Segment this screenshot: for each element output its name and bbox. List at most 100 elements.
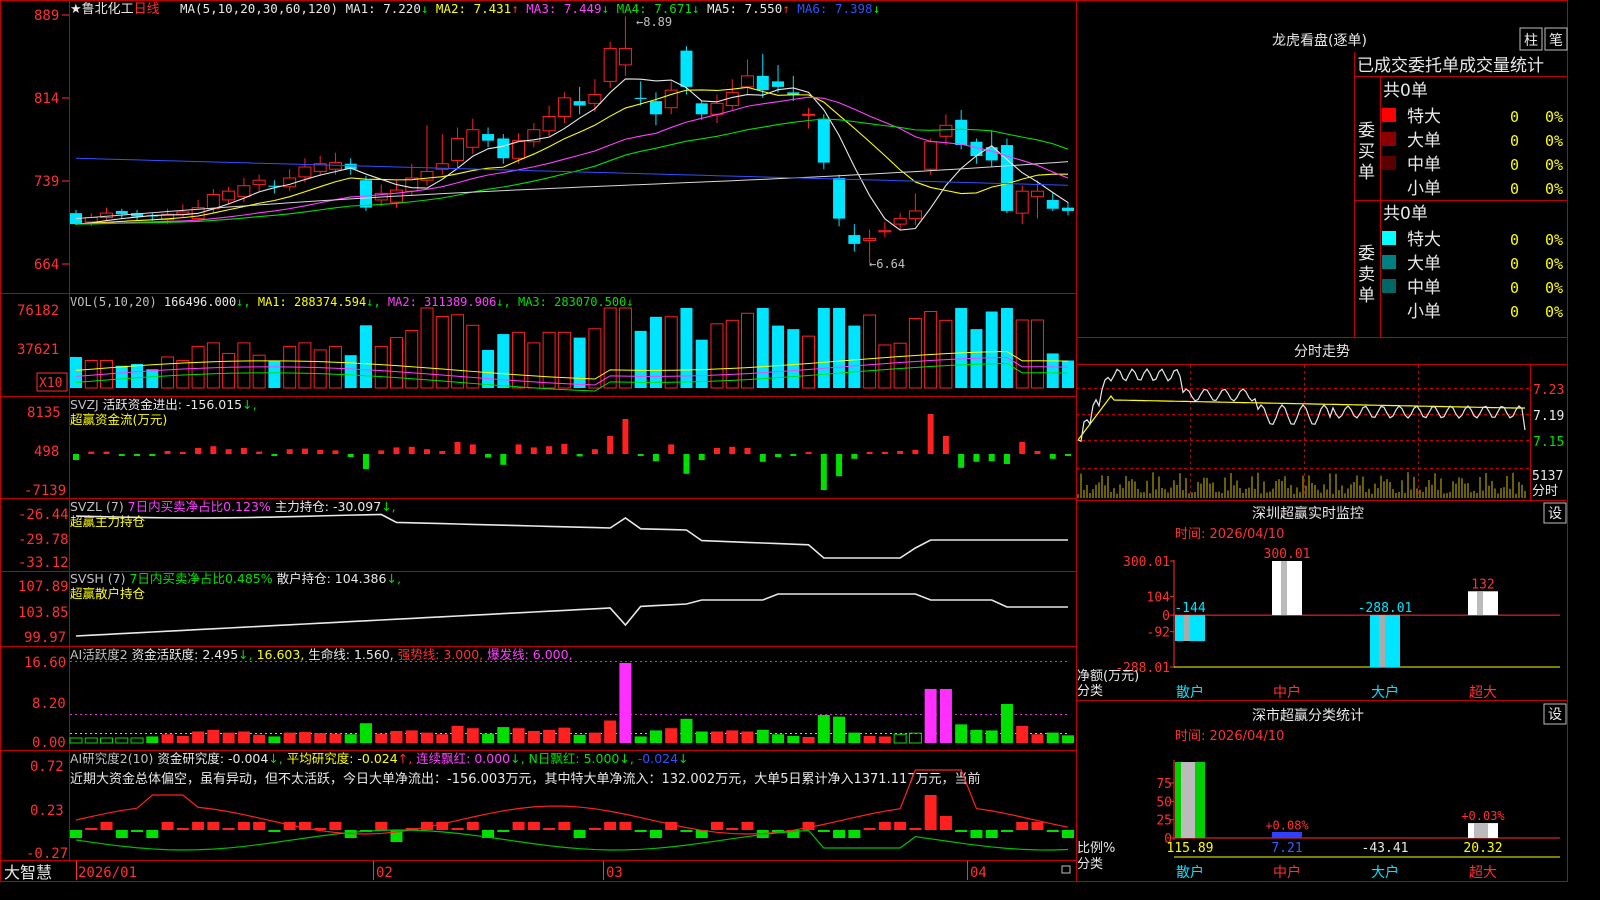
candle-body (298, 166, 312, 178)
activity-bar (298, 732, 311, 743)
candle-body (787, 92, 800, 95)
fund-flow-bars (73, 414, 1071, 490)
svg-text:04: 04 (970, 865, 987, 881)
activity-bar (680, 718, 693, 743)
vol-axis: 76182 37621 (17, 303, 59, 358)
candle-body (252, 179, 266, 186)
activity-bar (237, 731, 250, 743)
research-bar (176, 828, 189, 830)
order-pct: 0% (1545, 231, 1563, 249)
activity-bar (1046, 732, 1059, 743)
activity-bar (588, 732, 601, 743)
monitor-category: 中户 (1273, 684, 1301, 701)
order-pct: 0% (1545, 108, 1563, 126)
order-name: 特大 (1407, 107, 1441, 127)
category-value: 20.32 (1463, 841, 1502, 856)
activity-bar (772, 734, 785, 743)
activity-bar (756, 729, 769, 743)
order-side-label: 卖 (1358, 265, 1375, 285)
category-name: 大户 (1371, 864, 1399, 881)
category-bar-shade (1181, 762, 1195, 838)
research-bar (1000, 830, 1013, 832)
monitor-xlabel: 分类 (1077, 684, 1103, 699)
research-bar (833, 830, 846, 838)
ma-line (75, 86, 1068, 225)
flow-bar (836, 454, 843, 477)
candle-body (893, 218, 907, 225)
category-value: -43.41 (1362, 841, 1409, 856)
lock-icon[interactable] (1061, 865, 1071, 874)
monitor-tick: 0 (1162, 609, 1170, 624)
order-swatch (1382, 156, 1396, 170)
activity-bar (390, 730, 403, 743)
volume-bar (131, 364, 144, 388)
candle-body (1015, 190, 1029, 214)
order-value: 0 (1510, 231, 1519, 249)
order-pct: 0% (1545, 303, 1563, 321)
volume-bar (420, 307, 434, 389)
flow-bar (668, 444, 675, 454)
monitor-tick: 300.01 (1123, 555, 1170, 570)
candle-body (237, 185, 251, 198)
order-name: 大单 (1407, 131, 1441, 151)
order-pct: 0% (1545, 279, 1563, 297)
candle-body (1062, 207, 1074, 211)
order-value: 0 (1510, 132, 1519, 150)
candle-body (878, 230, 892, 233)
flow-bar (713, 448, 720, 454)
research-bar (970, 830, 983, 838)
volume-bar (878, 344, 892, 389)
volume-bar (863, 314, 877, 389)
candle-body (710, 102, 724, 115)
flow-bar (546, 446, 553, 454)
order-pct: 0% (1545, 255, 1563, 273)
volume-bar (70, 356, 82, 388)
order-swatch (1382, 279, 1396, 293)
activity-bar (268, 736, 281, 743)
research-bar (85, 828, 98, 830)
research-bar (1016, 822, 1029, 830)
volume-bar (924, 311, 938, 389)
activity-bar (558, 727, 571, 743)
svg-text:16.60: 16.60 (24, 655, 66, 671)
research-bar (649, 830, 662, 838)
research-bar (161, 822, 174, 830)
order-name: 大单 (1407, 254, 1441, 274)
category-value: 7.21 (1271, 841, 1302, 856)
volume-bar (84, 359, 98, 389)
monitor-tick: 104 (1147, 590, 1171, 605)
activity-bar (466, 728, 479, 743)
activity-bar (253, 734, 266, 743)
order-name: 中单 (1407, 155, 1441, 175)
research-bar (1046, 830, 1059, 832)
volume-bar (557, 331, 571, 389)
category-name: 超大 (1469, 865, 1497, 881)
flow-bar (759, 454, 766, 462)
svg-text:7.15: 7.15 (1533, 435, 1564, 450)
volume-bar (1000, 308, 1013, 388)
research-bar (131, 830, 144, 832)
bar-mode-label: 柱 (1524, 33, 1538, 49)
flow-bar (988, 454, 995, 462)
flow-bar (1065, 454, 1071, 456)
volume-bar (389, 337, 403, 389)
svg-text:498: 498 (34, 444, 59, 460)
moving-average-lines (75, 78, 1069, 231)
monitor-bar-label: 300.01 (1264, 547, 1311, 562)
order-stats-table: 共0单委买单特大 0 0%大单 0 0%中单 0 0%小单 0 0%共0单委卖单特大 0 0%大单 0… (1358, 81, 1563, 322)
monitor-title: 深圳超赢实时监控 (1252, 505, 1364, 522)
category-settings-label: 设 (1548, 707, 1562, 723)
candle-body (756, 75, 769, 91)
svg-text:02: 02 (376, 865, 393, 881)
candle-body (817, 118, 830, 163)
order-name: 小单 (1407, 179, 1441, 199)
monitor-bar-shade (1379, 615, 1385, 667)
research-bar (710, 822, 723, 830)
research-bar (466, 822, 479, 830)
category-tick: 75 (1156, 777, 1172, 792)
activity-bar (314, 733, 327, 743)
volume-bar (833, 308, 846, 388)
stock-chart-canvas[interactable]: 889 814 739 664 ★鲁北化工日线 MA(5,10,20,30,60… (0, 0, 1568, 882)
volume-bar (985, 311, 998, 388)
activity-bar (192, 731, 205, 743)
